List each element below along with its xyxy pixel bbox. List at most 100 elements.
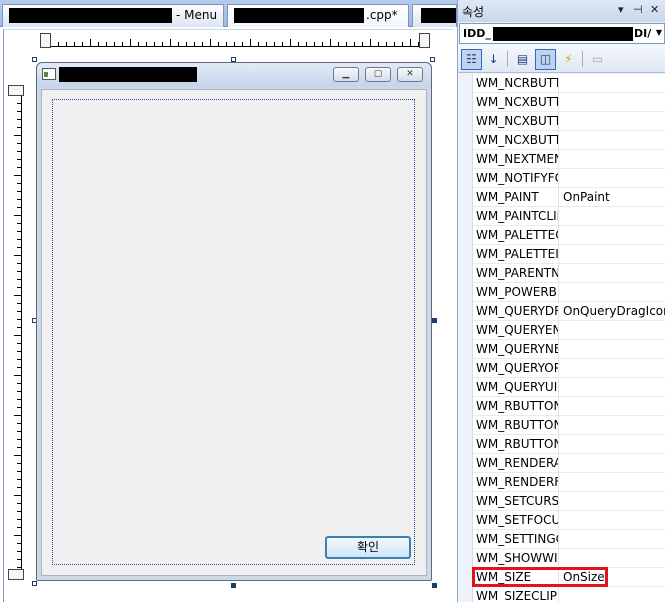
message-row[interactable]: WM_SIZECLIPBOARD	[473, 587, 665, 602]
top-guide-handle[interactable]	[8, 85, 24, 96]
ruler-tick	[17, 183, 21, 184]
ruler-tick	[17, 551, 21, 552]
resize-handle[interactable]	[432, 318, 437, 323]
message-row[interactable]: WM_NCRBUTTON	[473, 74, 665, 93]
close-button[interactable]: ✕	[397, 67, 423, 82]
ruler-tick	[17, 319, 21, 320]
ruler-tick	[17, 263, 21, 264]
ruler-tick	[410, 39, 411, 46]
right-guide-handle[interactable]	[419, 33, 430, 48]
object-selector[interactable]: IDD_ DI/ ▼	[459, 23, 665, 44]
message-row[interactable]: WM_QUERYNEWPALETTE	[473, 340, 665, 359]
message-row[interactable]: WM_RBUTTONDBLCLK	[473, 397, 665, 416]
handler-value[interactable]: OnPaint	[563, 190, 665, 204]
message-name: WM_PARENTNOTIFY	[476, 266, 558, 280]
resize-handle[interactable]	[32, 57, 37, 62]
message-name: WM_SETFOCUS	[476, 513, 558, 527]
redacted-dialog-title	[59, 67, 197, 82]
message-row[interactable]: WM_RENDERALLFORMATS	[473, 454, 665, 473]
ruler-tick	[17, 103, 21, 104]
message-row[interactable]: WM_SHOWWINDOW	[473, 549, 665, 568]
messages-icon[interactable]: ◫	[535, 49, 556, 70]
ruler-tick	[162, 42, 163, 46]
message-row[interactable]: WM_SETCURSOR	[473, 492, 665, 511]
ruler-tick	[17, 559, 21, 560]
handler-value[interactable]: OnQueryDragIcon	[563, 304, 665, 318]
message-row[interactable]: WM_PAINTCLIPBOARD	[473, 207, 665, 226]
message-row[interactable]: WM_RBUTTONDOWN	[473, 416, 665, 435]
message-name: WM_RENDERALLFORMATS	[476, 456, 558, 470]
events-icon[interactable]: ⚡	[558, 49, 579, 70]
message-row[interactable]: WM_NEXTMENU	[473, 150, 665, 169]
resize-handle[interactable]	[32, 581, 37, 586]
ruler-tick	[98, 42, 99, 46]
ruler-tick	[330, 39, 331, 46]
message-row[interactable]: WM_QUERYDRAGICON OnQueryDragIcon	[473, 302, 665, 321]
column-divider	[558, 112, 559, 131]
ruler-tick	[17, 479, 21, 480]
alphabetical-icon[interactable]: ↓	[483, 49, 504, 70]
pin-icon[interactable]: ⊣	[633, 3, 643, 16]
message-row[interactable]: WM_PALETTEISCHANGING	[473, 245, 665, 264]
ruler-tick	[130, 39, 131, 46]
resize-handle[interactable]	[432, 583, 437, 588]
message-name: WM_POWERBROADCAST	[476, 285, 558, 299]
ruler-tick	[202, 42, 203, 46]
tab-menu-label: - Menu	[176, 8, 218, 22]
dialog-app-icon	[42, 68, 56, 80]
overrides-icon[interactable]: ▭	[587, 49, 608, 70]
ruler-tick	[362, 42, 363, 46]
resize-handle[interactable]	[430, 57, 435, 62]
toolbar-separator	[507, 51, 508, 67]
dropdown-arrow-icon[interactable]: ▾	[618, 3, 624, 16]
maximize-button[interactable]: ▢	[365, 67, 391, 82]
ruler-ticks	[8, 91, 22, 574]
tab-cpp-file[interactable]: .cpp*	[227, 4, 409, 27]
message-row[interactable]: WM_RENDERFORMAT	[473, 473, 665, 492]
column-divider	[558, 226, 559, 245]
ruler-tick	[17, 119, 21, 120]
message-row[interactable]: WM_SETTINGCHANGE	[473, 530, 665, 549]
message-name: WM_SETCURSOR	[476, 494, 558, 508]
ruler-tick	[114, 42, 115, 46]
message-row[interactable]: WM_RBUTTONUP	[473, 435, 665, 454]
ruler-tick	[17, 567, 21, 568]
message-row[interactable]: WM_NOTIFYFORMAT	[473, 169, 665, 188]
message-row[interactable]: WM_PAINT OnPaint	[473, 188, 665, 207]
chevron-down-icon[interactable]: ▼	[656, 28, 662, 37]
message-row[interactable]: WM_NCXBUTTON	[473, 93, 665, 112]
message-row[interactable]: WM_NCXBUTTON	[473, 112, 665, 131]
tab-other[interactable]	[412, 4, 457, 27]
column-divider	[558, 530, 559, 549]
ruler-tick	[17, 423, 21, 424]
tab-menu[interactable]: - Menu	[2, 4, 224, 27]
left-guide-handle[interactable]	[40, 33, 51, 48]
message-row[interactable]: WM_QUERYOPEN	[473, 359, 665, 378]
ruler-tick	[17, 191, 21, 192]
resize-handle[interactable]	[231, 583, 236, 588]
bottom-guide-handle[interactable]	[8, 569, 24, 580]
message-row[interactable]: WM_NCXBUTTON	[473, 131, 665, 150]
ruler-tick	[17, 271, 21, 272]
ruler-tick	[14, 495, 21, 496]
message-row[interactable]: WM_QUERYUISTATE	[473, 378, 665, 397]
horizontal-ruler	[40, 33, 430, 49]
ruler-tick	[322, 42, 323, 46]
message-row[interactable]: WM_PARENTNOTIFY	[473, 264, 665, 283]
message-row[interactable]: WM_QUERYENDSESSION	[473, 321, 665, 340]
message-row[interactable]: WM_POWERBROADCAST	[473, 283, 665, 302]
message-row[interactable]: WM_PALETTECHANGED	[473, 226, 665, 245]
dialog-window[interactable]: ▁ ▢ ✕ 확인	[36, 62, 432, 581]
close-icon[interactable]: ✕	[650, 3, 659, 16]
message-row[interactable]: WM_SETFOCUS	[473, 511, 665, 530]
ruler-tick	[17, 487, 21, 488]
message-name: WM_NEXTMENU	[476, 152, 558, 166]
properties-icon[interactable]: ▤	[512, 49, 533, 70]
ok-button[interactable]: 확인	[325, 536, 411, 559]
ruler-tick	[106, 42, 107, 46]
minimize-button[interactable]: ▁	[333, 67, 359, 82]
categorized-icon[interactable]: ☷	[461, 49, 482, 70]
ruler-tick	[274, 42, 275, 46]
message-name: WM_RBUTTONDOWN	[476, 418, 558, 432]
ruler-tick	[146, 42, 147, 46]
